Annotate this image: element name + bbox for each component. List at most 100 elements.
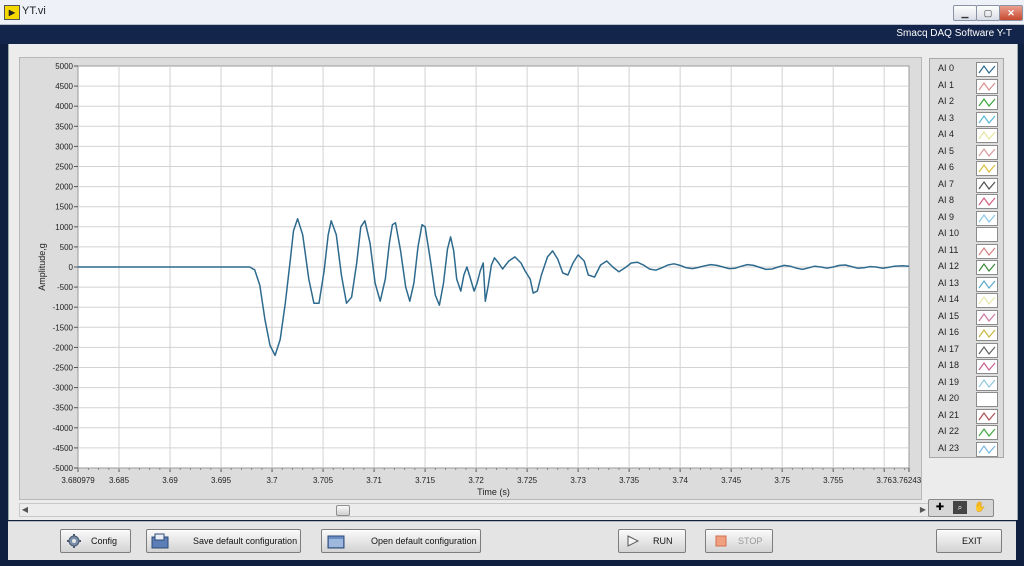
legend-swatch[interactable] bbox=[976, 78, 998, 94]
legend-label: AI 11 bbox=[938, 244, 959, 255]
run-arrow-icon bbox=[627, 535, 640, 547]
y-tick-label: 3500 bbox=[55, 122, 73, 131]
stop-button[interactable]: STOP bbox=[705, 529, 773, 553]
legend-label: AI 7 bbox=[938, 178, 955, 189]
legend-label: AI 1 bbox=[938, 79, 955, 90]
legend-label: AI 21 bbox=[938, 409, 960, 420]
x-tick-label: 3.735 bbox=[619, 476, 640, 485]
legend-label: AI 17 bbox=[938, 343, 960, 354]
legend-swatch[interactable] bbox=[976, 95, 998, 110]
legend-item[interactable]: AI 23 bbox=[930, 441, 1003, 457]
maximize-button[interactable]: ▢ bbox=[976, 5, 1000, 21]
legend-swatch[interactable] bbox=[976, 425, 998, 440]
exit-button[interactable]: EXIT bbox=[936, 529, 1002, 553]
legend-swatch[interactable] bbox=[976, 243, 998, 259]
y-tick-label: -4500 bbox=[53, 444, 74, 453]
legend-swatch[interactable] bbox=[976, 161, 998, 176]
legend-swatch[interactable] bbox=[976, 309, 998, 325]
run-button[interactable]: RUN bbox=[618, 529, 686, 553]
legend-swatch[interactable] bbox=[976, 359, 998, 374]
legend-label: AI 12 bbox=[938, 261, 960, 271]
legend-label: AI 22 bbox=[938, 426, 960, 436]
x-tick-label: 3.745 bbox=[721, 476, 742, 485]
open-default-configuration-button[interactable]: Open default configuration bbox=[321, 529, 481, 553]
legend-item[interactable]: AI 1 bbox=[930, 78, 1003, 94]
legend-item[interactable]: AI 11 bbox=[930, 243, 1003, 259]
legend-swatch[interactable] bbox=[976, 342, 998, 358]
legend-item[interactable]: AI 12 bbox=[930, 259, 1003, 275]
legend-item[interactable]: AI 20 bbox=[930, 391, 1003, 407]
legend-swatch[interactable] bbox=[976, 326, 998, 341]
window-title-bar: ▶ YT.vi ▁ ▢ ✕ bbox=[0, 0, 1024, 25]
y-tick-label: -1000 bbox=[53, 303, 74, 312]
legend-item[interactable]: AI 16 bbox=[930, 325, 1003, 341]
pan-hand-icon[interactable]: ✋ bbox=[973, 501, 987, 514]
legend-swatch[interactable] bbox=[976, 276, 998, 292]
legend-swatch[interactable] bbox=[976, 210, 998, 226]
y-tick-label: 0 bbox=[69, 263, 74, 272]
close-button[interactable]: ✕ bbox=[999, 5, 1023, 21]
x-tick-label: 3.7 bbox=[266, 476, 278, 485]
y-tick-label: 3000 bbox=[55, 142, 73, 151]
legend-item[interactable]: AI 4 bbox=[930, 127, 1003, 143]
legend-swatch[interactable] bbox=[976, 293, 998, 308]
legend-item[interactable]: AI 13 bbox=[930, 276, 1003, 292]
y-tick-label: 4500 bbox=[55, 82, 73, 91]
legend-swatch[interactable] bbox=[976, 441, 998, 457]
scroll-right-arrow-icon[interactable]: ▶ bbox=[918, 504, 928, 516]
legend-swatch[interactable] bbox=[976, 375, 998, 391]
legend-label: AI 23 bbox=[938, 442, 960, 453]
legend-swatch[interactable] bbox=[976, 260, 998, 275]
x-tick-label: 3.76 bbox=[876, 476, 892, 485]
x-tick-label: 3.75 bbox=[774, 476, 790, 485]
y-tick-label: -2000 bbox=[53, 343, 74, 352]
config-button[interactable]: Config bbox=[60, 529, 131, 553]
zoom-icon[interactable]: ⌕ bbox=[953, 501, 967, 514]
legend-swatch[interactable] bbox=[976, 408, 998, 424]
legend-swatch[interactable] bbox=[976, 227, 998, 242]
minimize-button[interactable]: ▁ bbox=[953, 5, 977, 21]
legend-item[interactable]: AI 10 bbox=[930, 226, 1003, 242]
legend-item[interactable]: AI 0 bbox=[930, 61, 1003, 77]
legend-item[interactable]: AI 19 bbox=[930, 375, 1003, 391]
horizontal-scrollbar[interactable]: ◀ ▶ bbox=[19, 503, 929, 517]
y-tick-label: 1000 bbox=[55, 223, 73, 232]
x-tick-label: 3.695 bbox=[211, 476, 232, 485]
legend-swatch[interactable] bbox=[976, 392, 998, 407]
open-default-configuration-label: Open default configuration bbox=[371, 536, 477, 546]
scrollbar-thumb[interactable] bbox=[336, 505, 350, 516]
legend-swatch[interactable] bbox=[976, 194, 998, 209]
save-default-configuration-button[interactable]: Save default configuration bbox=[146, 529, 301, 553]
legend-swatch[interactable] bbox=[976, 144, 998, 160]
legend-label: AI 9 bbox=[938, 211, 955, 222]
x-tick-label: 3.72 bbox=[468, 476, 484, 485]
legend-item[interactable]: AI 17 bbox=[930, 342, 1003, 358]
legend-item[interactable]: AI 21 bbox=[930, 408, 1003, 424]
legend-item[interactable]: AI 9 bbox=[930, 210, 1003, 226]
waveform-graph: 3.680979 3.685 3.69 3.695 3.7 3.705 3.71 3.715 3… bbox=[19, 57, 922, 500]
legend-item[interactable]: AI 3 bbox=[930, 111, 1003, 127]
legend-item[interactable]: AI 18 bbox=[930, 358, 1003, 374]
legend-item[interactable]: AI 5 bbox=[930, 144, 1003, 160]
legend-swatch[interactable] bbox=[976, 128, 998, 143]
legend-item[interactable]: AI 22 bbox=[930, 424, 1003, 440]
legend-item[interactable]: AI 8 bbox=[930, 193, 1003, 209]
y-tick-label: 5000 bbox=[55, 62, 73, 71]
gear-icon bbox=[67, 534, 81, 548]
x-tick-label: 3.685 bbox=[109, 476, 130, 485]
legend-item[interactable]: AI 2 bbox=[930, 94, 1003, 110]
legend-item[interactable]: AI 14 bbox=[930, 292, 1003, 308]
legend-item[interactable]: AI 7 bbox=[930, 177, 1003, 193]
x-tick-label: 3.755 bbox=[823, 476, 844, 485]
legend-swatch[interactable] bbox=[976, 62, 998, 77]
scroll-left-arrow-icon[interactable]: ◀ bbox=[20, 504, 30, 516]
legend-item[interactable]: AI 15 bbox=[930, 309, 1003, 325]
legend-label: AI 15 bbox=[938, 310, 960, 321]
cursor-move-icon[interactable]: ✚ bbox=[933, 501, 947, 514]
legend-swatch[interactable] bbox=[976, 111, 998, 127]
y-tick-label: 500 bbox=[60, 243, 74, 252]
y-tick-label: 1500 bbox=[55, 203, 73, 212]
legend-item[interactable]: AI 6 bbox=[930, 160, 1003, 176]
window-title: YT.vi bbox=[22, 5, 46, 17]
legend-swatch[interactable] bbox=[976, 177, 998, 193]
